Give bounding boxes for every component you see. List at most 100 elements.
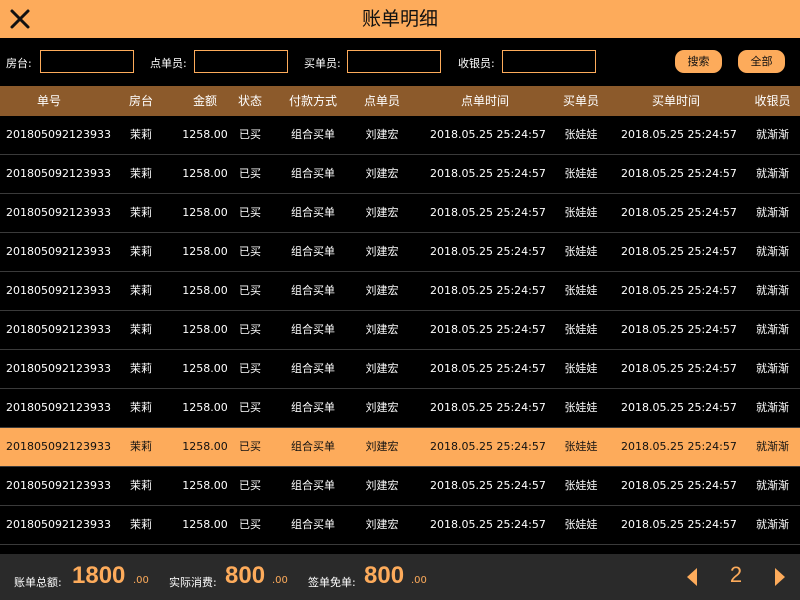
table-row[interactable]: 201805092123933 茉莉 1258.00 已买 组合买单 刘建宏 2018.05… xyxy=(0,311,800,350)
cell-orderer: 刘建宏 xyxy=(365,284,399,297)
cell-buyer: 张娃娃 xyxy=(564,323,598,336)
cell-orderer: 刘建宏 xyxy=(365,206,399,219)
cell-buy-time: 2018.05.25 25:24:57 xyxy=(621,167,737,180)
table-row[interactable]: 201805092123933 茉莉 1258.00 已买 组合买单 刘建宏 2018.05… xyxy=(0,233,800,272)
cell-status: 已买 xyxy=(239,518,261,531)
cell-cashier: 就渐渐 xyxy=(756,518,789,531)
cell-order-no: 201805092123933 xyxy=(6,206,111,219)
table-row[interactable]: 201805092123933 茉莉 1258.00 已买 组合买单 刘建宏 2018.05… xyxy=(0,428,800,467)
cell-room: 茉莉 xyxy=(130,284,152,297)
cell-order-no: 201805092123933 xyxy=(6,128,111,141)
search-button[interactable]: 搜索 xyxy=(675,50,722,73)
table-row[interactable]: 201805092123933 茉莉 1258.00 已买 组合买单 刘建宏 2018.05… xyxy=(0,350,800,389)
all-button[interactable]: 全部 xyxy=(738,50,785,73)
table-row[interactable]: 201805092123933 茉莉 1258.00 已买 组合买单 刘建宏 2018.05… xyxy=(0,506,800,545)
column-header-amount: 金额 xyxy=(192,94,217,108)
cell-amount: 1258.00 xyxy=(182,440,228,453)
free-amount: 800 xyxy=(364,562,405,589)
cell-cashier: 就渐渐 xyxy=(756,167,789,180)
column-header-status: 状态 xyxy=(237,94,262,108)
cell-order-time: 2018.05.25 25:24:57 xyxy=(430,284,546,297)
cell-cashier: 就渐渐 xyxy=(756,245,789,258)
cell-room: 茉莉 xyxy=(130,401,152,414)
cell-payment: 组合买单 xyxy=(291,245,335,258)
cell-buyer: 张娃娃 xyxy=(564,518,598,531)
page-number: 2 xyxy=(729,562,743,587)
table-row[interactable]: 201805092123933 茉莉 1258.00 已买 组合买单 刘建宏 2018.05… xyxy=(0,155,800,194)
cell-buy-time: 2018.05.25 25:24:57 xyxy=(621,479,737,492)
cell-buyer: 张娃娃 xyxy=(564,440,598,453)
cell-buyer: 张娃娃 xyxy=(564,206,598,219)
cell-order-no: 201805092123933 xyxy=(6,401,111,414)
cell-orderer: 刘建宏 xyxy=(365,128,399,141)
cell-room: 茉莉 xyxy=(130,362,152,375)
cell-order-time: 2018.05.25 25:24:57 xyxy=(430,323,546,336)
cell-amount: 1258.00 xyxy=(182,401,228,414)
cell-buyer: 张娃娃 xyxy=(564,167,598,180)
column-header-cashier: 收银员 xyxy=(754,94,791,108)
cell-buyer: 张娃娃 xyxy=(564,401,598,414)
page-title: 账单明细 xyxy=(361,8,438,30)
caret-right-icon[interactable] xyxy=(773,566,787,588)
cashier-filter-input[interactable] xyxy=(502,50,596,73)
cell-room: 茉莉 xyxy=(130,128,152,141)
cell-amount: 1258.00 xyxy=(182,284,228,297)
caret-left-icon[interactable] xyxy=(685,566,699,588)
cell-status: 已买 xyxy=(239,440,261,453)
cell-buy-time: 2018.05.25 25:24:57 xyxy=(621,401,737,414)
cell-cashier: 就渐渐 xyxy=(756,284,789,297)
cell-cashier: 就渐渐 xyxy=(756,128,789,141)
cell-payment: 组合买单 xyxy=(291,206,335,219)
cell-amount: 1258.00 xyxy=(182,167,228,180)
cell-status: 已买 xyxy=(239,284,261,297)
table-body: 201805092123933 茉莉 1258.00 已买 组合买单 刘建宏 2018.05… xyxy=(0,116,800,554)
cell-status: 已买 xyxy=(239,401,261,414)
orderer-filter-input[interactable] xyxy=(194,50,288,73)
cell-payment: 组合买单 xyxy=(291,167,335,180)
cell-payment: 组合买单 xyxy=(291,479,335,492)
cell-buyer: 张娃娃 xyxy=(564,479,598,492)
cell-order-no: 201805092123933 xyxy=(6,518,111,531)
buyer-filter-input[interactable] xyxy=(347,50,441,73)
cell-orderer: 刘建宏 xyxy=(365,323,399,336)
column-header-room: 房台 xyxy=(128,94,153,108)
cell-status: 已买 xyxy=(239,362,261,375)
cell-status: 已买 xyxy=(239,167,261,180)
column-header-buyer: 买单员 xyxy=(562,94,599,108)
table-row[interactable]: 201805092123933 茉莉 1258.00 已买 组合买单 刘建宏 2018.05… xyxy=(0,389,800,428)
cell-buy-time: 2018.05.25 25:24:57 xyxy=(621,206,737,219)
cell-buy-time: 2018.05.25 25:24:57 xyxy=(621,323,737,336)
table-row[interactable]: 201805092123933 茉莉 1258.00 已买 组合买单 刘建宏 2018.05… xyxy=(0,116,800,155)
filter-bar: 房台: 点单员: 买单员: 收银员: 搜索 全部 xyxy=(0,38,800,86)
cell-amount: 1258.00 xyxy=(182,479,228,492)
cell-buy-time: 2018.05.25 25:24:57 xyxy=(621,284,737,297)
actual-amount: 800 xyxy=(225,562,266,589)
column-header-buy-time: 买单时间 xyxy=(651,94,700,108)
cell-cashier: 就渐渐 xyxy=(756,440,789,453)
cell-payment: 组合买单 xyxy=(291,440,335,453)
cell-status: 已买 xyxy=(239,479,261,492)
table-row[interactable]: 201805092123933 茉莉 1258.00 已买 组合买单 刘建宏 2018.05… xyxy=(0,194,800,233)
cell-room: 茉莉 xyxy=(130,518,152,531)
table-row[interactable]: 201805092123933 茉莉 1258.00 已买 组合买单 刘建宏 2018.05… xyxy=(0,467,800,506)
total-amount-decimal: .00 xyxy=(133,575,149,586)
cell-order-time: 2018.05.25 25:24:57 xyxy=(430,167,546,180)
cell-status: 已买 xyxy=(239,206,261,219)
column-header-orderer: 点单员 xyxy=(363,94,400,108)
total-amount: 1800 xyxy=(72,562,126,589)
cell-amount: 1258.00 xyxy=(182,245,228,258)
cell-buyer: 张娃娃 xyxy=(564,284,598,297)
cell-payment: 组合买单 xyxy=(291,128,335,141)
cell-order-no: 201805092123933 xyxy=(6,323,111,336)
cashier-filter-label: 收银员: xyxy=(458,57,495,70)
cell-amount: 1258.00 xyxy=(182,362,228,375)
room-filter-input[interactable] xyxy=(40,50,134,73)
cell-order-time: 2018.05.25 25:24:57 xyxy=(430,206,546,219)
cell-order-time: 2018.05.25 25:24:57 xyxy=(430,401,546,414)
table-row[interactable]: 201805092123933 茉莉 1258.00 已买 组合买单 刘建宏 2018.05… xyxy=(0,272,800,311)
actual-amount-decimal: .00 xyxy=(272,575,288,586)
cell-buy-time: 2018.05.25 25:24:57 xyxy=(621,518,737,531)
cell-order-no: 201805092123933 xyxy=(6,362,111,375)
cell-cashier: 就渐渐 xyxy=(756,362,789,375)
cell-buyer: 张娃娃 xyxy=(564,128,598,141)
